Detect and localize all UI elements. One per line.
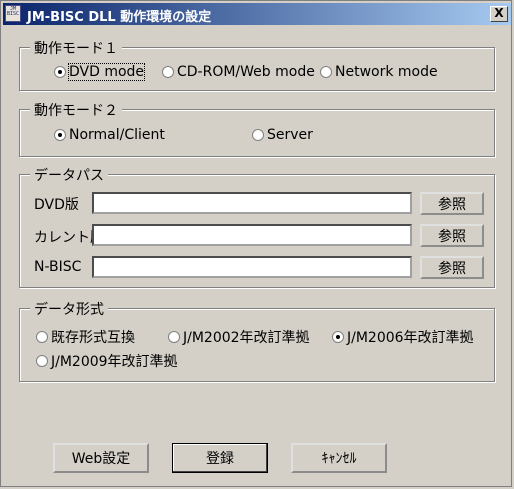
mode1-option-label: DVD mode xyxy=(67,63,146,81)
nbisc-path-input[interactable] xyxy=(92,256,412,278)
window-title: JM-BISC DLL 動作環境の設定 xyxy=(27,10,212,25)
format-option-jm2002[interactable]: J/M2002年改訂準拠 xyxy=(168,327,310,347)
format-option-legacy[interactable]: 既存形式互換 xyxy=(36,327,135,347)
register-button[interactable]: 登録 xyxy=(172,443,268,473)
dvd-path-input[interactable] xyxy=(92,192,412,214)
dvd-path-label: DVD版 xyxy=(34,197,79,213)
format-option-jm2006[interactable]: J/M2006年改訂準拠 xyxy=(332,327,474,347)
format-legend: データ形式 xyxy=(30,299,108,319)
current-browse-button[interactable]: 参照 xyxy=(420,224,484,247)
title-bar[interactable]: JM BISC JM-BISC DLL 動作環境の設定 X xyxy=(3,3,511,25)
mode2-group: 動作モード２ Normal/Client Server xyxy=(19,100,495,157)
mode1-legend: 動作モード１ xyxy=(30,38,122,58)
mode1-option-dvd[interactable]: DVD mode xyxy=(54,63,146,81)
radio-icon[interactable] xyxy=(54,66,66,78)
mode2-legend: 動作モード２ xyxy=(30,100,122,120)
radio-icon[interactable] xyxy=(332,331,344,343)
format-option-label: J/M2006年改訂準拠 xyxy=(347,330,474,346)
cancel-button[interactable]: ｷｬﾝｾﾙ xyxy=(291,443,387,473)
radio-icon[interactable] xyxy=(36,355,48,367)
datapath-group: データパス DVD版 参照 カレント版 参照 N-BISC 参照 xyxy=(19,165,495,288)
close-button[interactable]: X xyxy=(490,6,508,22)
mode1-group: 動作モード１ DVD mode CD-ROM/Web mode Network … xyxy=(19,38,495,91)
format-group: データ形式 既存形式互換 J/M2002年改訂準拠 J/M2006年改訂準拠 J… xyxy=(19,299,495,382)
mode2-option-label: Normal/Client xyxy=(69,127,165,143)
current-path-input[interactable] xyxy=(92,224,412,246)
web-settings-button[interactable]: Web設定 xyxy=(53,443,149,473)
format-option-label: J/M2009年改訂準拠 xyxy=(51,354,178,370)
mode1-option-network[interactable]: Network mode xyxy=(320,64,438,80)
format-option-jm2009[interactable]: J/M2009年改訂準拠 xyxy=(36,351,178,371)
radio-icon[interactable] xyxy=(168,331,180,343)
mode1-option-cdrom-web[interactable]: CD-ROM/Web mode xyxy=(162,64,315,80)
mode1-option-label: CD-ROM/Web mode xyxy=(177,64,315,80)
nbisc-browse-button[interactable]: 参照 xyxy=(420,256,484,279)
mode2-option-normal-client[interactable]: Normal/Client xyxy=(54,127,165,143)
dvd-browse-button[interactable]: 参照 xyxy=(420,192,484,215)
format-option-label: 既存形式互換 xyxy=(51,330,135,346)
settings-dialog: JM BISC JM-BISC DLL 動作環境の設定 X 動作モード１ DVD… xyxy=(0,0,512,487)
format-option-label: J/M2002年改訂準拠 xyxy=(183,330,310,346)
radio-icon[interactable] xyxy=(54,129,66,141)
radio-icon[interactable] xyxy=(36,331,48,343)
nbisc-path-label: N-BISC xyxy=(34,259,82,275)
radio-icon[interactable] xyxy=(162,66,174,78)
mode2-option-server[interactable]: Server xyxy=(252,127,313,143)
datapath-legend: データパス xyxy=(30,165,108,185)
radio-icon[interactable] xyxy=(320,66,332,78)
radio-icon[interactable] xyxy=(252,129,264,141)
mode2-option-label: Server xyxy=(267,127,313,143)
mode1-option-label: Network mode xyxy=(335,64,438,80)
app-icon: JM BISC xyxy=(5,5,21,22)
